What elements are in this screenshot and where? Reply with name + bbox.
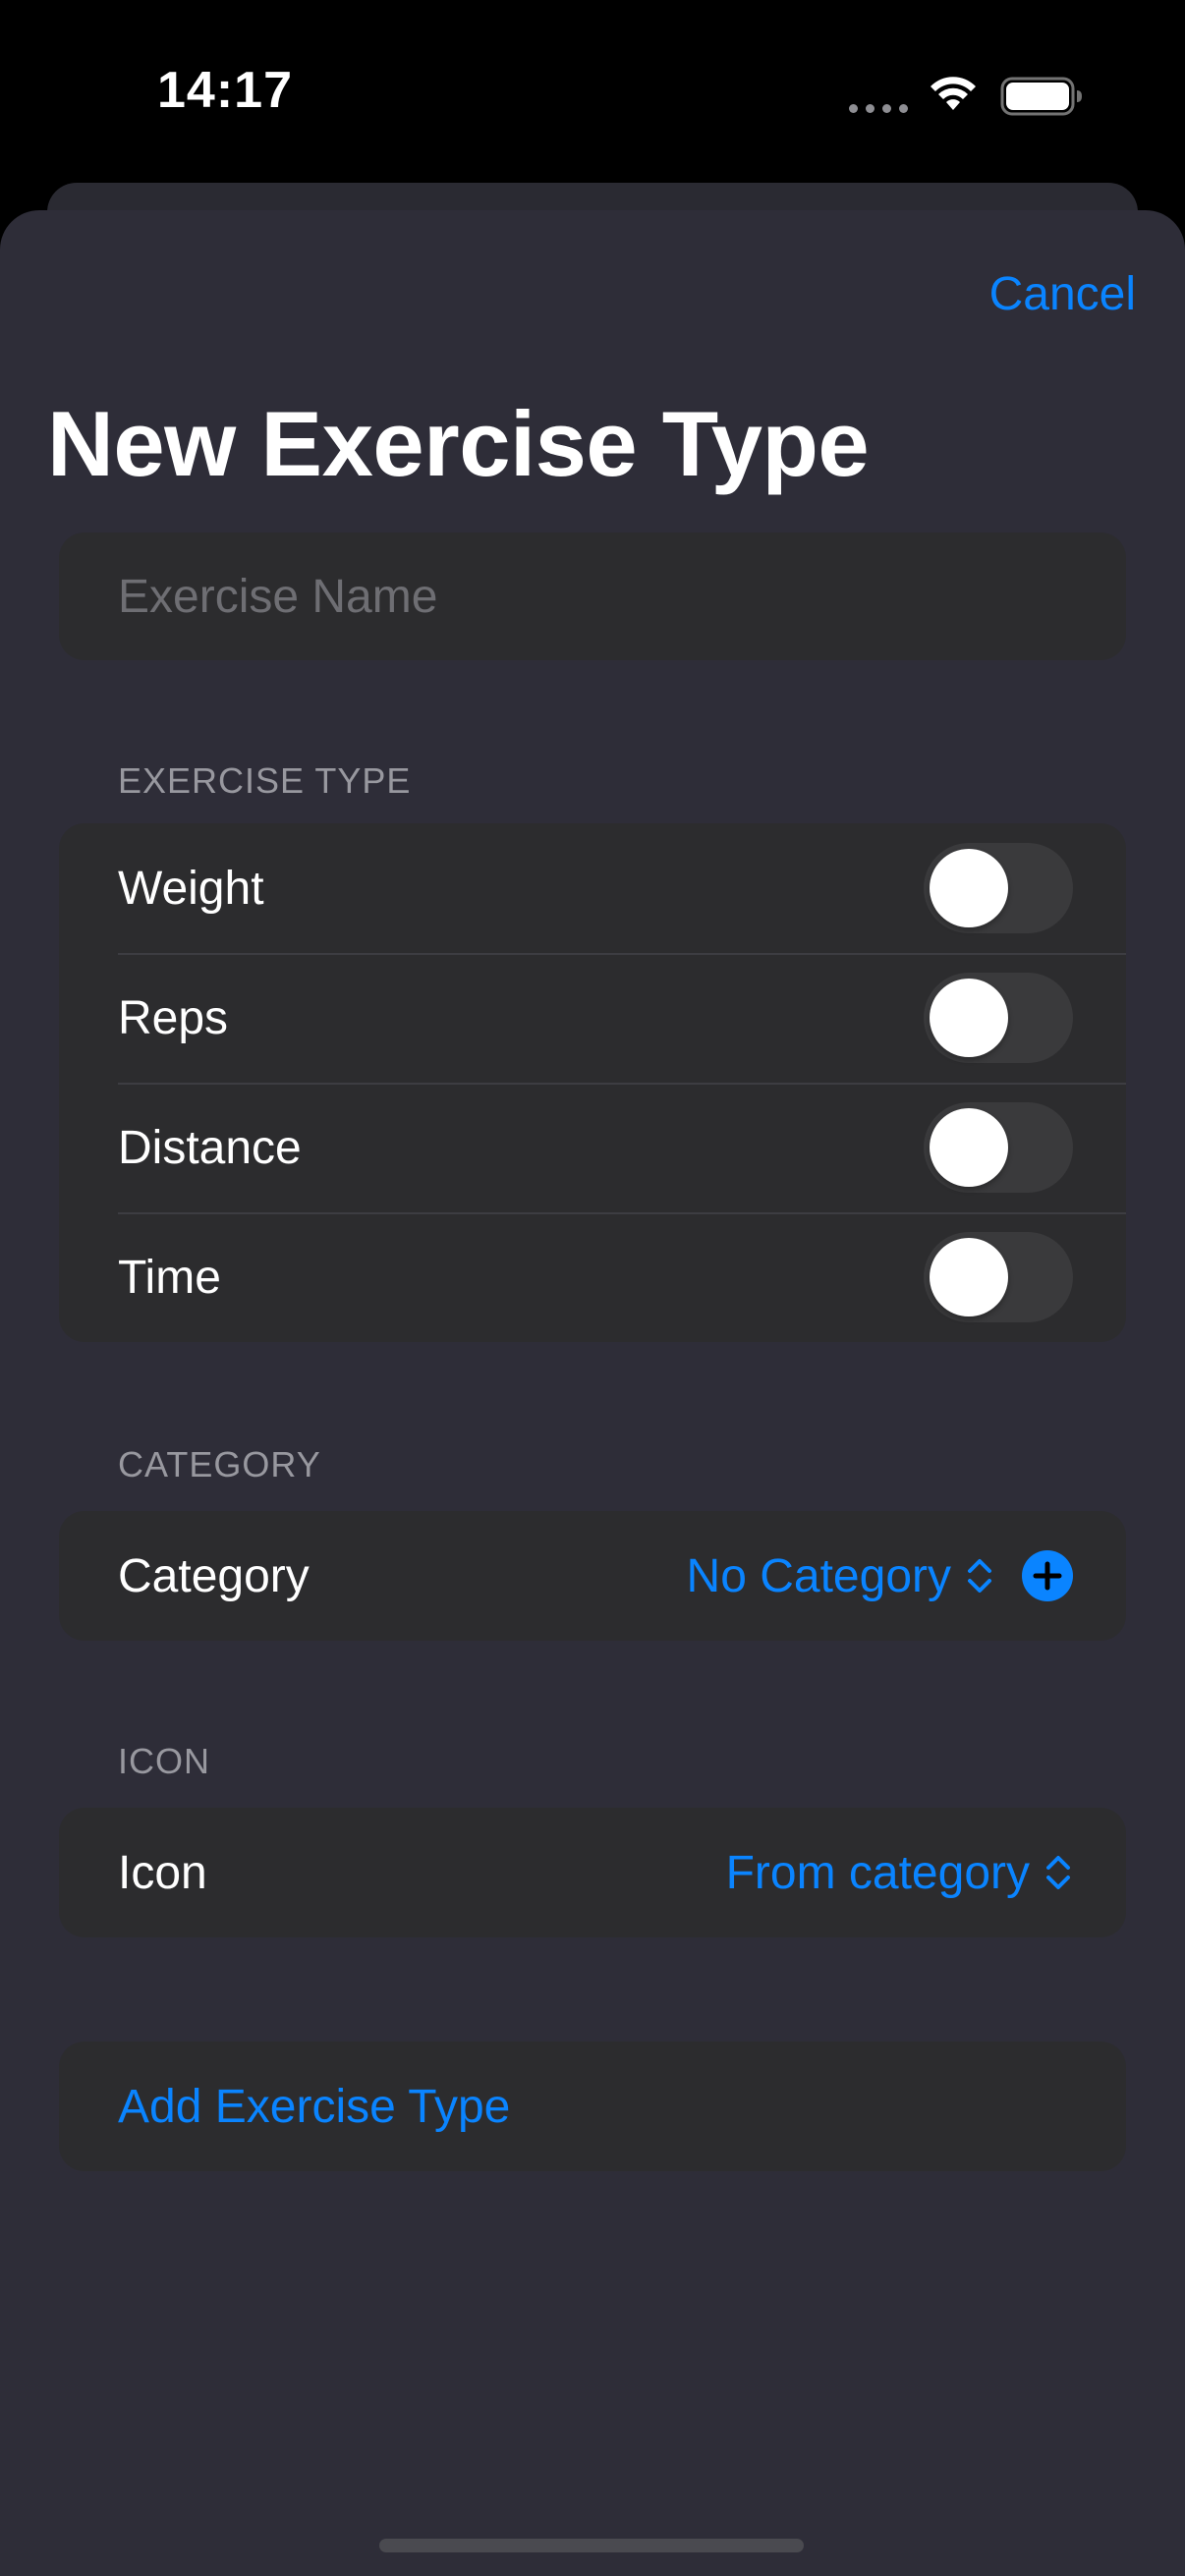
weight-toggle[interactable] bbox=[924, 843, 1073, 933]
toggle-row-time: Time bbox=[59, 1212, 1126, 1342]
icon-row: Icon From category bbox=[59, 1808, 1126, 1937]
exercise-name-input[interactable] bbox=[59, 568, 1063, 625]
category-row: Category No Category bbox=[59, 1511, 1126, 1641]
toggle-knob bbox=[930, 1238, 1008, 1316]
section-header-icon: ICON bbox=[118, 1741, 210, 1781]
time-toggle[interactable] bbox=[924, 1232, 1073, 1322]
screen: 14:17 Cancel New Exercise Type EXERCISE … bbox=[0, 0, 1185, 2576]
toggle-row-weight: Weight bbox=[59, 823, 1126, 953]
toggle-label: Time bbox=[118, 1251, 221, 1304]
page-title: New Exercise Type bbox=[47, 392, 870, 495]
modal-sheet: Cancel New Exercise Type EXERCISE TYPE W… bbox=[0, 210, 1185, 2576]
distance-toggle[interactable] bbox=[924, 1102, 1073, 1193]
toggle-label: Reps bbox=[118, 991, 229, 1044]
wifi-icon bbox=[931, 77, 976, 110]
cancel-button[interactable]: Cancel bbox=[989, 267, 1136, 321]
toggle-row-reps: Reps bbox=[59, 953, 1126, 1083]
category-picker[interactable]: No Category bbox=[687, 1549, 994, 1603]
add-exercise-type-button[interactable]: Add Exercise Type bbox=[118, 2080, 510, 2134]
status-time: 14:17 bbox=[157, 62, 293, 119]
category-value: No Category bbox=[686, 1549, 951, 1602]
section-header-exercise-type: EXERCISE TYPE bbox=[118, 760, 412, 801]
battery-icon bbox=[1000, 77, 1082, 116]
reps-toggle[interactable] bbox=[924, 973, 1073, 1063]
category-group: Category No Category bbox=[59, 1511, 1126, 1641]
category-label: Category bbox=[118, 1549, 310, 1602]
toggle-knob bbox=[930, 979, 1008, 1057]
toggle-label: Weight bbox=[118, 862, 264, 915]
exercise-type-group: Weight Reps Distance Time bbox=[59, 823, 1126, 1342]
home-indicator bbox=[379, 2539, 804, 2552]
cellular-dots-icon bbox=[849, 104, 908, 113]
toggle-label: Distance bbox=[118, 1121, 302, 1174]
toggle-knob bbox=[930, 1108, 1008, 1187]
section-header-category: CATEGORY bbox=[118, 1444, 321, 1484]
add-exercise-type-group: Add Exercise Type bbox=[59, 2042, 1126, 2171]
toggle-row-distance: Distance bbox=[59, 1083, 1126, 1212]
icon-group: Icon From category bbox=[59, 1808, 1126, 1937]
add-circle-icon[interactable] bbox=[1022, 1550, 1073, 1601]
chevron-updown-icon bbox=[968, 1559, 991, 1593]
toggle-knob bbox=[930, 849, 1008, 927]
icon-picker[interactable]: From category bbox=[726, 1846, 1073, 1900]
icon-label: Icon bbox=[118, 1846, 207, 1899]
chevron-updown-icon bbox=[1046, 1856, 1070, 1889]
add-exercise-type-row: Add Exercise Type bbox=[59, 2042, 1126, 2171]
exercise-name-group bbox=[59, 532, 1126, 660]
icon-value: From category bbox=[725, 1846, 1030, 1899]
